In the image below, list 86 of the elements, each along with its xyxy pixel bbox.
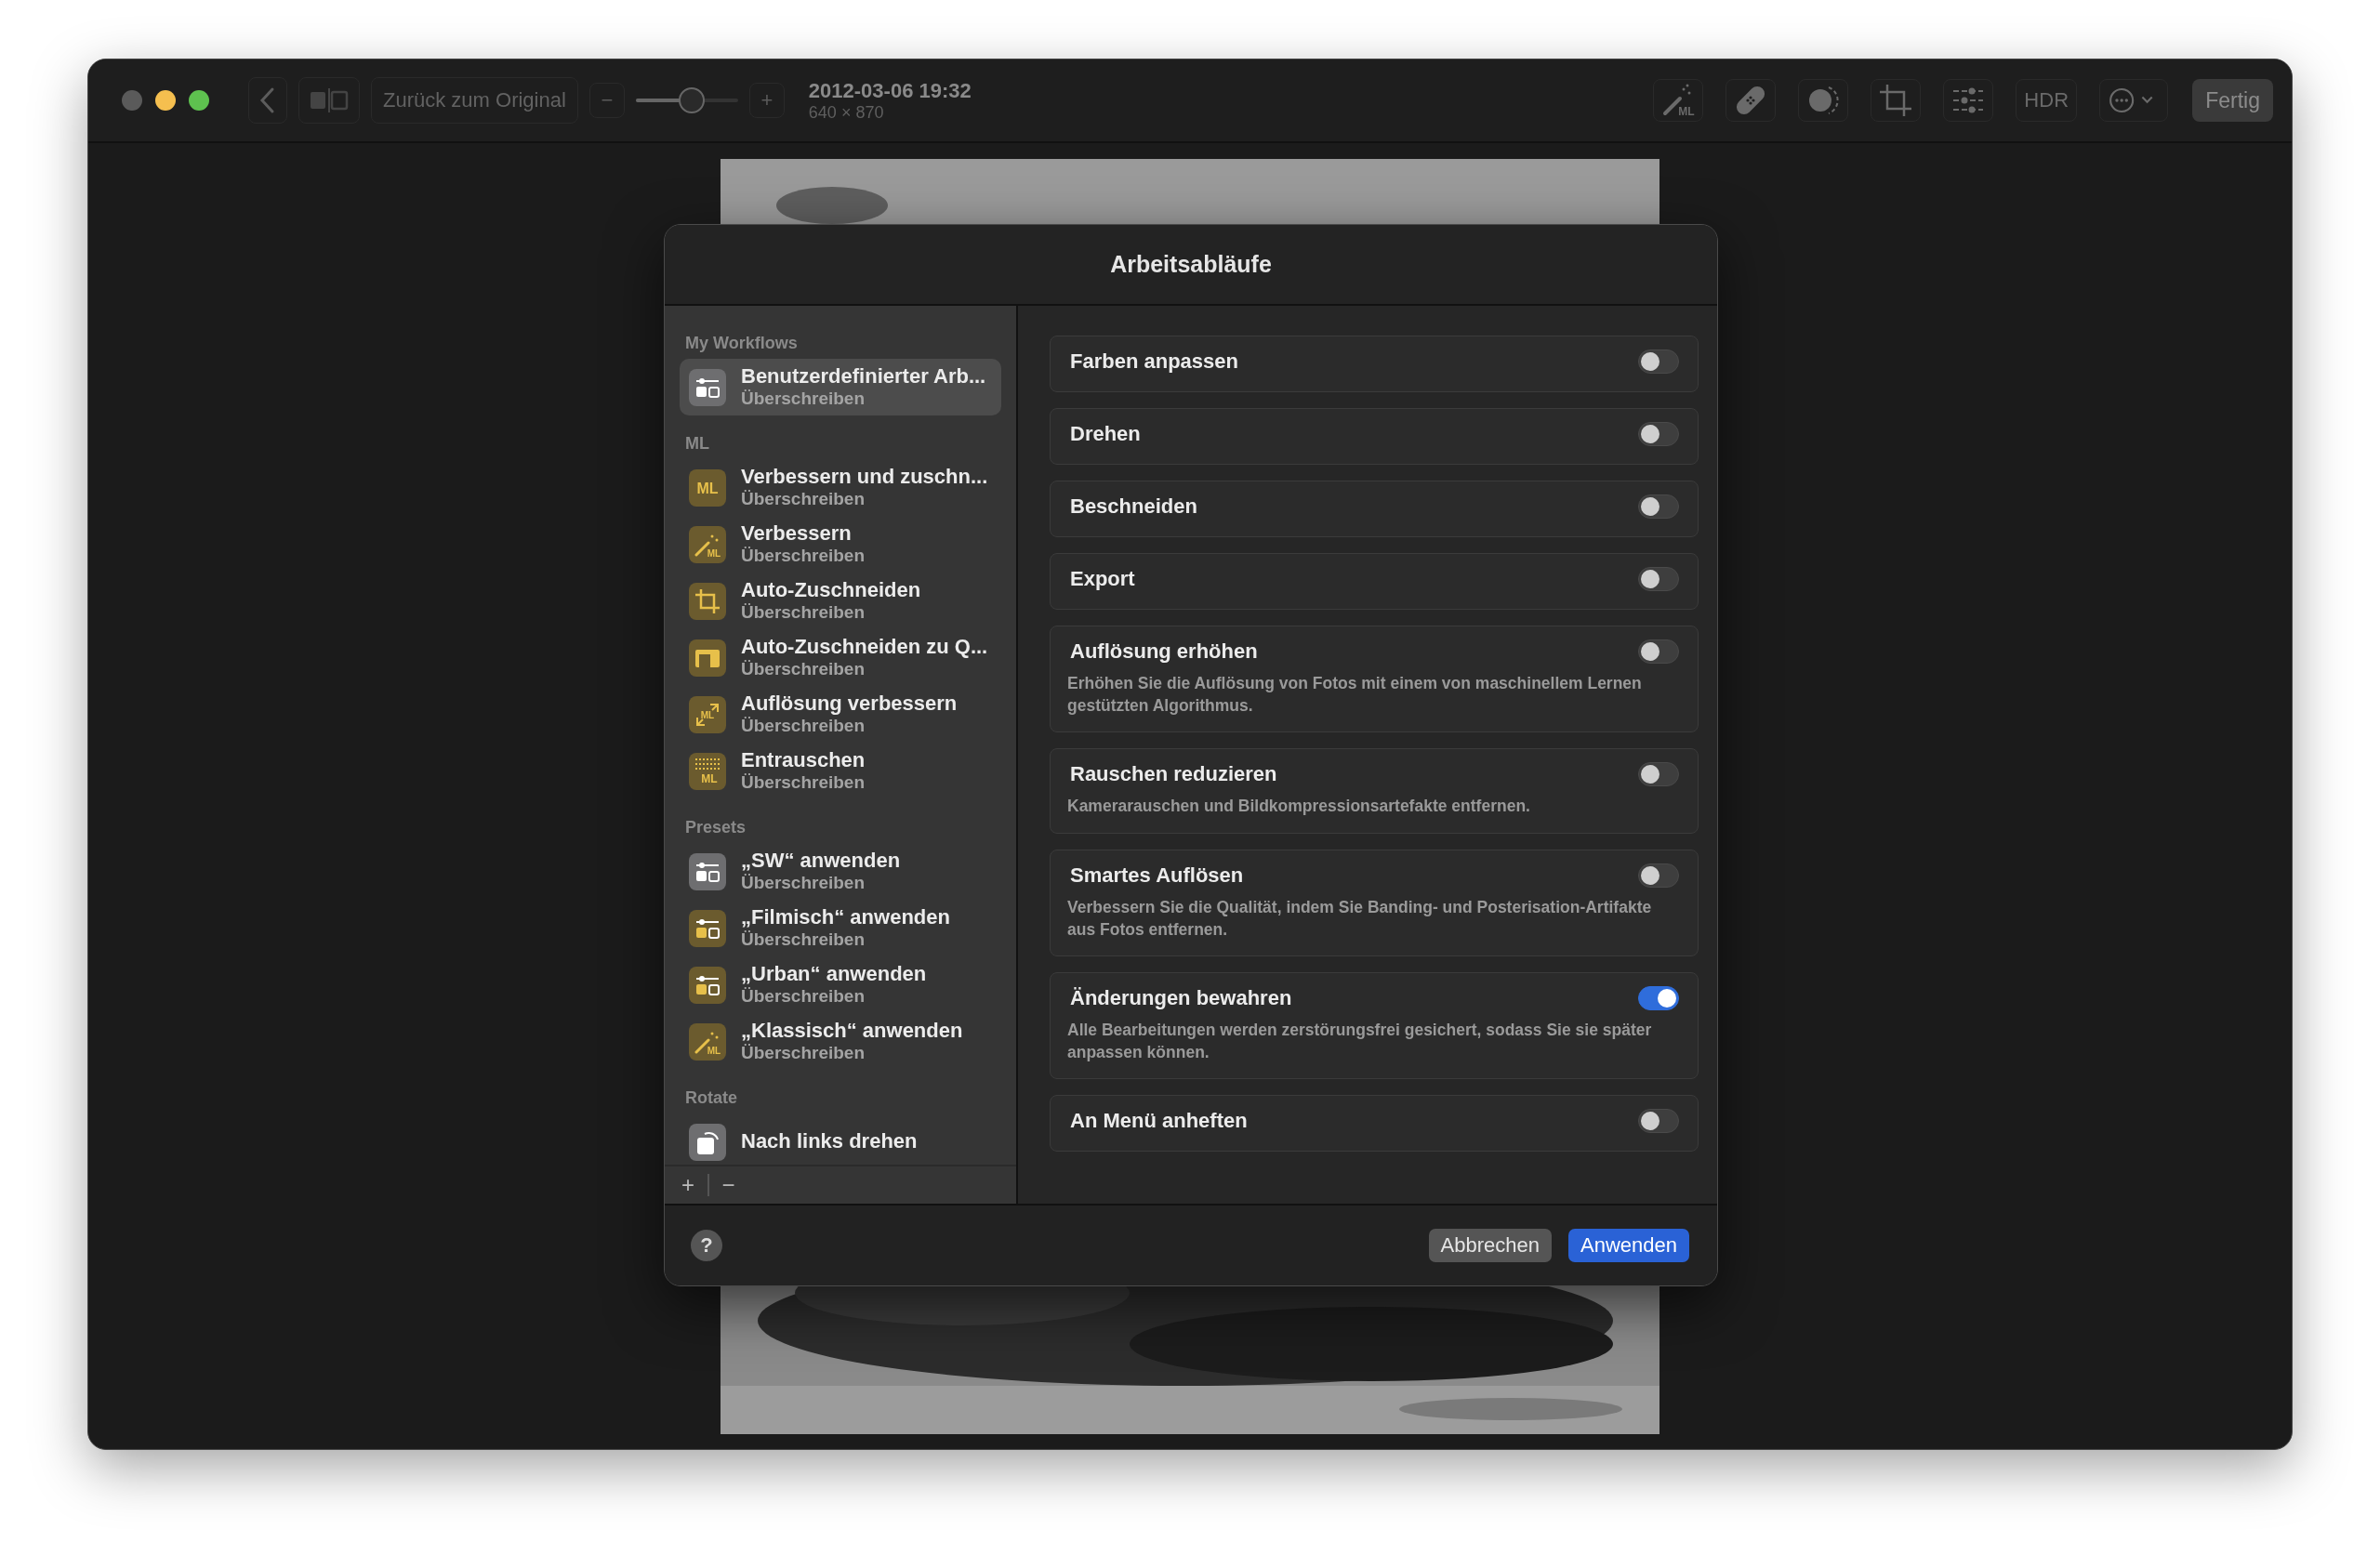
item-subtitle: Überschreiben bbox=[741, 715, 866, 736]
wand-icon: ML bbox=[689, 1022, 726, 1061]
toggle-switch[interactable] bbox=[1638, 1109, 1679, 1134]
item-title: Auto-Zuschneiden bbox=[741, 579, 921, 602]
option-label: Smartes Auflösen bbox=[1069, 863, 1244, 888]
item-title: „Urban“ anwenden bbox=[741, 963, 927, 986]
toggle-switch[interactable] bbox=[1638, 567, 1679, 591]
item-title: Entrauschen bbox=[741, 749, 866, 772]
item-title: Auflösung verbessern bbox=[741, 692, 958, 716]
workflow-item[interactable]: ML Verbessern und zuschn... Überschreiben bbox=[680, 459, 1001, 516]
dialog-title: Arbeitsabläufe bbox=[665, 225, 1717, 306]
back-button[interactable] bbox=[248, 77, 287, 124]
ml-icon: ML bbox=[689, 468, 726, 507]
item-subtitle: Überschreiben bbox=[741, 929, 866, 950]
toggle-switch[interactable] bbox=[1638, 863, 1679, 888]
item-title: „Klassisch“ anwenden bbox=[741, 1020, 963, 1043]
option-description: Alle Bearbeitungen werden zerstörungsfrei gesichert, sodass Sie sie später anpassen können. bbox=[1067, 1020, 1653, 1063]
zoom-button[interactable] bbox=[189, 90, 209, 111]
workflow-item[interactable]: Nach links drehen bbox=[680, 1113, 1001, 1165]
workflow-item[interactable]: Auto-Zuschneiden zu Q... Überschreiben bbox=[680, 629, 1001, 686]
toggle-switch[interactable] bbox=[1638, 986, 1679, 1011]
resolution-icon: ML bbox=[689, 695, 726, 733]
minimize-button[interactable] bbox=[155, 90, 176, 111]
adjust-button[interactable] bbox=[1943, 79, 1994, 122]
item-subtitle: Überschreiben bbox=[741, 985, 866, 1007]
item-subtitle: Überschreiben bbox=[741, 388, 866, 409]
workflow-item[interactable]: „Filmisch“ anwenden Überschreiben bbox=[680, 900, 1001, 956]
section-header: Rotate bbox=[684, 1087, 738, 1109]
item-title: Auto-Zuschneiden zu Q... bbox=[741, 636, 988, 659]
remove-button[interactable]: − bbox=[718, 1172, 739, 1198]
zoom-slider[interactable] bbox=[635, 87, 738, 113]
option-label: Auflösung erhöhen bbox=[1069, 639, 1258, 664]
bandage-button[interactable] bbox=[1726, 79, 1777, 122]
option-description: Erhöhen Sie die Auflösung von Fotos mit einem von maschinellem Lernen gestützten Algorithmus. bbox=[1067, 673, 1643, 717]
workflow-item[interactable]: „Urban“ anwenden Überschreiben bbox=[680, 956, 1001, 1013]
cancel-button[interactable]: Abbrechen bbox=[1428, 1229, 1552, 1262]
item-subtitle: Überschreiben bbox=[741, 658, 866, 679]
item-subtitle: Überschreiben bbox=[741, 771, 866, 793]
item-subtitle: Überschreiben bbox=[741, 872, 866, 893]
workflow-item[interactable]: Benutzerdefinierter Arb... Überschreiben bbox=[680, 359, 1001, 415]
item-title: Verbessern bbox=[741, 522, 853, 546]
photo-size: 640 × 870 bbox=[808, 102, 885, 123]
item-title: „SW“ anwenden bbox=[741, 850, 901, 873]
item-subtitle: Überschreiben bbox=[741, 601, 866, 623]
item-subtitle: Überschreiben bbox=[741, 545, 866, 566]
option-label: Beschneiden bbox=[1069, 494, 1197, 519]
wand-icon: ML bbox=[689, 525, 726, 563]
add-button[interactable]: + bbox=[678, 1172, 698, 1198]
option-label: Farben anpassen bbox=[1069, 349, 1238, 374]
photo-date: 2012-03-06 19:32 bbox=[808, 78, 972, 103]
toggle-switch[interactable] bbox=[1638, 762, 1679, 787]
help-button[interactable]: ? bbox=[691, 1230, 722, 1261]
item-title: Nach links drehen bbox=[741, 1130, 918, 1153]
item-subtitle: Überschreiben bbox=[741, 1042, 866, 1063]
workflow-item[interactable]: ML Auflösung verbessern Überschreiben bbox=[680, 686, 1001, 743]
option-description: Verbessern Sie die Qualität, indem Sie Banding- und Posterisation-Artifakte aus Fotos entfernen. bbox=[1067, 896, 1653, 941]
item-title: „Filmisch“ anwenden bbox=[741, 906, 950, 929]
retouch-button[interactable] bbox=[1798, 79, 1849, 122]
item-title: Verbessern und zuschn... bbox=[741, 466, 988, 489]
section-header: ML bbox=[684, 433, 710, 455]
slider-thumb[interactable] bbox=[679, 87, 706, 113]
option-label: Export bbox=[1069, 567, 1135, 591]
section-header: Presets bbox=[684, 817, 747, 838]
workflow-item[interactable]: Auto-Zuschneiden Überschreiben bbox=[680, 573, 1001, 629]
split-view-icon bbox=[309, 88, 350, 112]
apply-button[interactable]: Anwenden bbox=[1568, 1229, 1689, 1262]
denoise-icon: ML bbox=[689, 752, 726, 790]
crop-button[interactable] bbox=[1871, 79, 1922, 122]
toggle-switch[interactable] bbox=[1638, 639, 1679, 664]
option-label: Rauschen reduzieren bbox=[1069, 762, 1277, 787]
workflow-item[interactable]: ML Verbessern Überschreiben bbox=[680, 516, 1001, 573]
toggle-switch[interactable] bbox=[1638, 494, 1679, 519]
more-button[interactable] bbox=[2099, 79, 2169, 122]
option-label: Änderungen bewahren bbox=[1069, 986, 1292, 1011]
toggle-switch[interactable] bbox=[1638, 349, 1679, 374]
workflow-item[interactable]: „SW“ anwenden Überschreiben bbox=[680, 843, 1001, 900]
option-description: Kamerarauschen und Bildkompressionsartefakte entfernen. bbox=[1067, 796, 1531, 818]
item-subtitle: Überschreiben bbox=[741, 488, 866, 509]
workflow-item[interactable]: ML „Klassisch“ anwenden Überschreiben bbox=[680, 1013, 1001, 1070]
toggle-switch[interactable] bbox=[1638, 422, 1679, 446]
option-label: Drehen bbox=[1069, 422, 1141, 446]
close-button[interactable] bbox=[122, 90, 142, 111]
item-title: Benutzerdefinierter Arb... bbox=[741, 365, 986, 389]
workflow-item[interactable]: ML Entrauschen Überschreiben bbox=[680, 743, 1001, 799]
option-label: An Menü anheften bbox=[1069, 1109, 1248, 1134]
section-header: My Workflows bbox=[684, 333, 799, 354]
